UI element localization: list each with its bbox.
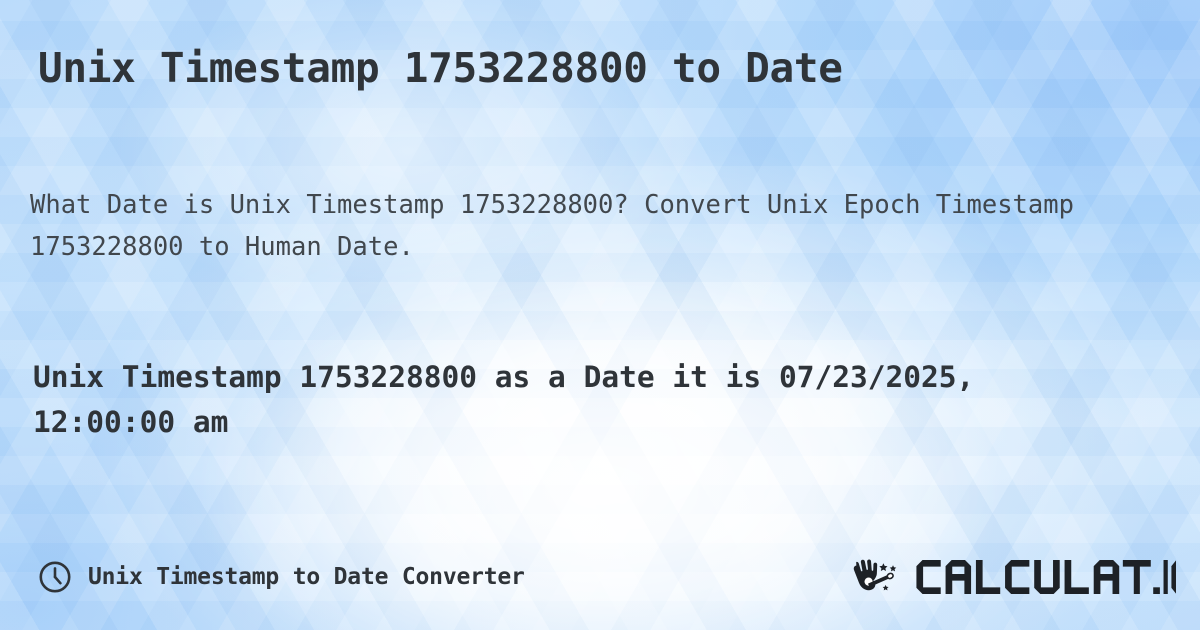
card-footer: Unix Timestamp to Date Converter	[38, 554, 1176, 600]
footer-branding-left: Unix Timestamp to Date Converter	[38, 560, 525, 594]
page-title: Unix Timestamp 1753228800 to Date	[38, 44, 843, 92]
og-card: Unix Timestamp 1753228800 to Date What D…	[0, 0, 1200, 630]
magic-wand-hand-icon	[853, 559, 897, 591]
card-content: Unix Timestamp 1753228800 to Date What D…	[0, 0, 1200, 630]
clock-icon	[39, 561, 71, 593]
brand-logo	[852, 555, 1176, 599]
brand-wordmark	[914, 557, 1176, 597]
page-description: What Date is Unix Timestamp 1753228800? …	[30, 190, 1074, 262]
footer-label: Unix Timestamp to Date Converter	[88, 564, 525, 590]
conversion-result: Unix Timestamp 1753228800 as a Date it i…	[33, 360, 975, 439]
brand-wordmark-lcd	[916, 560, 1176, 594]
